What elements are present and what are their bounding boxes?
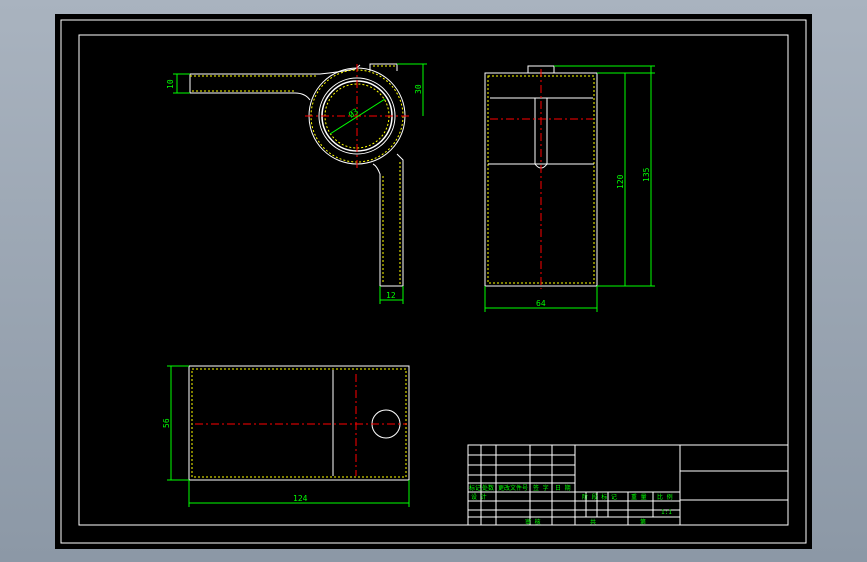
dim-label-side-inner-height: 120 — [616, 174, 625, 189]
tb-label-sheet: 共 — [590, 518, 596, 526]
tb-label-page: 第 — [640, 518, 646, 526]
bottom-outline — [188, 365, 410, 481]
tb-label-stage: 阶 段 标 记 — [582, 493, 617, 501]
top-tab — [369, 63, 398, 71]
tb-label-weight: 重 量 — [631, 493, 647, 501]
dim-label-leg-width: 12 — [386, 291, 396, 300]
tb-label-scale: 比 例 — [657, 493, 673, 501]
drawing-canvas: 10 Ø3 30 12 120 135 64 56 124 标记 处数 更改文件… — [60, 19, 807, 544]
tb-label-count: 处数 — [482, 484, 494, 492]
dim-label-arm-thickness: 10 — [166, 79, 175, 89]
dim-label-bottom-height: 56 — [162, 418, 171, 428]
tb-label-doc: 更改文件号 — [498, 484, 528, 492]
dim-label-diameter: Ø3 — [346, 106, 360, 120]
tb-label-sign: 签 字 — [533, 484, 549, 492]
bottom-hatch — [191, 368, 407, 478]
top-view: 10 Ø3 30 12 — [166, 63, 427, 304]
inner-border — [78, 34, 789, 526]
tb-scale-value: 1:1 — [661, 509, 672, 516]
cad-drawing-sheet: 10 Ø3 30 12 120 135 64 56 124 标记 处数 更改文件… — [55, 14, 812, 549]
dim-label-side-outer-height: 135 — [642, 167, 651, 182]
dim-label-top-height: 30 — [414, 84, 423, 94]
outer-border — [60, 19, 807, 544]
tb-label-date: 日 期 — [555, 484, 571, 492]
side-view: 120 135 64 — [484, 65, 655, 312]
bottom-view: 56 124 — [162, 365, 410, 507]
tb-label-design: 设 计 — [471, 493, 487, 501]
tb-label-mark: 标记 — [469, 484, 481, 492]
arm-bottom-edge — [189, 74, 311, 101]
arm-top-edge — [190, 64, 361, 75]
leg-outline — [372, 153, 404, 287]
title-block-text: 标记 处数 更改文件号 签 字 日 期 设 计 阶 段 标 记 重 量 比 例 … — [469, 484, 673, 526]
dim-label-side-width: 64 — [536, 299, 546, 308]
tb-label-check: 审 核 — [525, 518, 541, 526]
dim-label-bottom-width: 124 — [293, 494, 308, 503]
